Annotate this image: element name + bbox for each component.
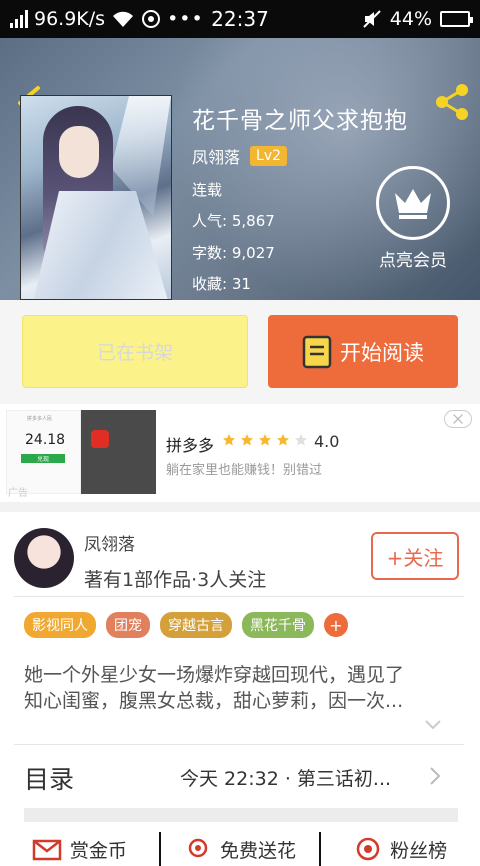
latest-chapter: 今天 22:32 · 第三话初...	[180, 768, 392, 790]
flower-icon	[188, 838, 208, 858]
words-row: 字数: 9,027	[192, 242, 275, 263]
vip-button[interactable]: 点亮会员	[376, 166, 450, 271]
crown-icon	[376, 166, 450, 240]
pinduoduo-logo-icon	[91, 430, 109, 448]
tag-item[interactable]: 穿越古言	[160, 612, 232, 638]
ad-description: 躺在家里也能赚钱！别错过	[166, 463, 323, 478]
bottom-action-bar: 赏金币 免费送花 粉丝榜	[0, 832, 480, 866]
fans-ranking-button[interactable]: 粉丝榜	[321, 832, 480, 866]
in-shelf-button[interactable]: 已在书架	[22, 315, 248, 388]
medal-icon	[356, 837, 380, 861]
ad-banner[interactable]: 拼多多人民 24.18 兑现 广告 拼多多 4.0 躺在家里也能赚钱！别错过	[0, 404, 480, 502]
chevron-down-icon[interactable]	[424, 719, 442, 731]
cover-art-face	[59, 126, 99, 178]
description-line: 知心闺蜜，腹黑女总裁，甜心萝莉，因一次...	[24, 690, 404, 712]
chevron-right-icon	[430, 767, 441, 785]
send-flower-button[interactable]: 免费送花	[161, 832, 322, 866]
level-badge: Lv2	[250, 146, 288, 166]
reward-coins-button[interactable]: 赏金币	[0, 832, 161, 866]
section-separator	[24, 808, 458, 822]
book-title: 花千骨之师父求抱抱	[192, 108, 408, 134]
author-section: 凤翎落 著有1部作品·3人关注 +关注 影视同人 团宠 穿越古言 黑花千骨 + …	[0, 502, 480, 866]
status-bar: 96.9K/s ••• 22:37 44%	[0, 0, 480, 38]
flower-label: 免费送花	[220, 839, 297, 862]
author-info: 著有1部作品·3人关注	[84, 569, 267, 591]
follow-button[interactable]: +关注	[371, 532, 459, 580]
ad-thumb-brand: 拼多多人民	[27, 416, 53, 422]
status-time: 22:37	[211, 7, 269, 31]
star-icon	[259, 434, 271, 446]
star-icon	[241, 434, 253, 446]
favorites-label: 收藏:	[192, 275, 228, 293]
tag-item[interactable]: 影视同人	[24, 612, 96, 638]
author-avatar[interactable]	[14, 528, 74, 588]
ad-rating: 4.0	[314, 432, 340, 451]
book-status: 连载	[192, 181, 223, 199]
star-icon	[277, 434, 289, 446]
more-tags-button[interactable]: +	[324, 613, 348, 637]
action-bar: 已在书架 开始阅读	[0, 300, 480, 404]
popularity-value: 5,867	[231, 212, 275, 230]
author-name[interactable]: 凤翎落	[84, 530, 135, 555]
toc-label: 目录	[24, 765, 75, 794]
ad-image-wallet: 拼多多人民 24.18 兑现	[6, 410, 81, 494]
star-icon	[295, 434, 307, 446]
fans-label: 粉丝榜	[390, 839, 448, 862]
book-author-line: 凤翎落 Lv2	[192, 144, 288, 168]
words-label: 字数:	[192, 244, 228, 262]
table-of-contents-row[interactable]: 目录 今天 22:32 · 第三话初...	[0, 746, 480, 806]
book-author[interactable]: 凤翎落	[192, 144, 240, 168]
ad-image-app	[81, 410, 156, 494]
divider	[14, 744, 464, 745]
tag-item[interactable]: 黑花千骨	[242, 612, 314, 638]
start-reading-button[interactable]: 开始阅读	[268, 315, 458, 388]
favorites-value: 31	[231, 275, 251, 293]
popularity-row: 人气: 5,867	[192, 210, 275, 231]
favorites-row: 收藏: 31	[192, 273, 251, 294]
words-value: 9,027	[231, 244, 275, 262]
book-cover[interactable]	[20, 95, 172, 300]
ad-tag: 广告	[8, 488, 28, 499]
divider	[14, 596, 464, 597]
start-reading-label: 开始阅读	[340, 340, 424, 365]
book-description[interactable]: 她一个外星少女一场爆炸穿越回现代，遇见了 知心闺蜜，腹黑女总裁，甜心萝莉，因一次…	[24, 662, 454, 714]
ad-title: 拼多多	[166, 436, 215, 455]
envelope-icon	[32, 839, 62, 861]
book-icon	[302, 335, 332, 368]
ad-rating-stars	[222, 433, 308, 447]
tag-item[interactable]: 团宠	[106, 612, 150, 638]
battery-icon	[440, 11, 473, 27]
ad-thumb-amount: 24.18	[25, 432, 66, 448]
share-button[interactable]	[432, 82, 472, 122]
ad-close-icon[interactable]	[444, 410, 472, 428]
vip-label: 点亮会员	[379, 251, 447, 271]
description-line: 她一个外星少女一场爆炸穿越回现代，遇见了	[24, 664, 405, 686]
ad-thumb-button: 兑现	[21, 454, 65, 463]
star-icon	[223, 434, 235, 446]
tag-list: 影视同人 团宠 穿越古言 黑花千骨 +	[24, 612, 348, 638]
popularity-label: 人气:	[192, 212, 228, 230]
reward-label: 赏金币	[69, 839, 127, 862]
